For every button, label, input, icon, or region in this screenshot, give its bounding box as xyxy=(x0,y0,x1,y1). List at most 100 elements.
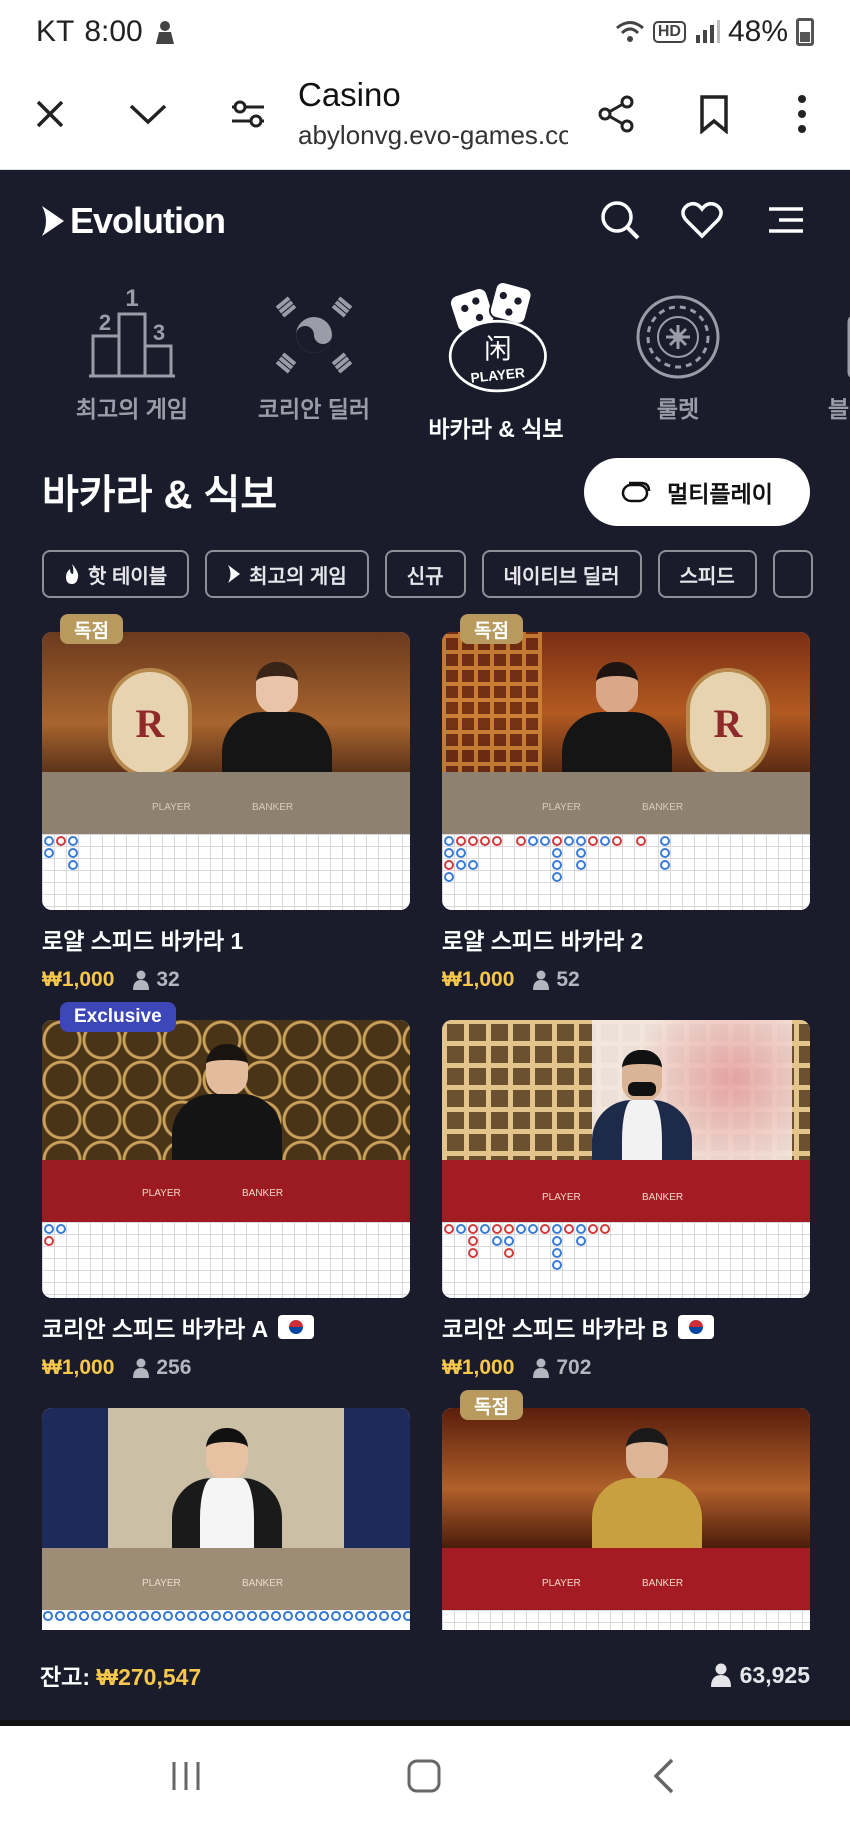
min-bet: ₩1,000 xyxy=(442,968,515,991)
chip-top-games[interactable]: 최고의 게임 xyxy=(205,550,369,598)
bead xyxy=(456,1224,466,1234)
category-top-games[interactable]: 1 2 3 최고의 게임 xyxy=(52,270,212,424)
person-icon xyxy=(710,1663,731,1687)
game-name: 코리안 스피드 바카라 B xyxy=(442,1310,810,1344)
home-icon[interactable] xyxy=(394,1746,454,1806)
game-title: 로얄 스피드 바카라 2 xyxy=(442,928,644,954)
section-title: 바카라 & 식보 xyxy=(42,473,278,517)
player-count: 702 xyxy=(532,1356,591,1380)
chevron-down-icon[interactable] xyxy=(120,86,176,142)
table-player-label: PLAYER xyxy=(152,802,191,813)
game-card[interactable]: 독점 R PLAYER BANKER 로얄 스피드 바카라 2 ₩1,000 5… xyxy=(442,614,810,992)
time: 8:00 xyxy=(84,15,143,48)
online-count-value: 63,925 xyxy=(739,1661,810,1688)
bead xyxy=(444,1224,454,1234)
url-text[interactable]: abylonvg.evo-games.com xyxy=(298,120,568,151)
game-title: 코리안 스피드 바카라 B xyxy=(442,1316,669,1342)
bead-road xyxy=(442,834,810,910)
game-meta: ₩1,000 52 xyxy=(442,968,810,992)
bead-road xyxy=(442,1222,810,1298)
more-options-icon[interactable] xyxy=(774,86,830,142)
game-thumbnail[interactable]: R PLAYER BANKER xyxy=(442,632,810,910)
bead xyxy=(540,836,550,846)
category-blackjack[interactable]: A 블 xyxy=(780,270,850,424)
crest-letter: R xyxy=(713,700,743,746)
bead xyxy=(456,836,466,846)
category-baccarat-sicbo[interactable]: 闲 PLAYER 바카라 & 식보 xyxy=(416,270,576,444)
balance-amount: ₩270,547 xyxy=(96,1664,202,1690)
player-count-value: 256 xyxy=(156,1356,192,1379)
search-icon[interactable] xyxy=(596,196,644,244)
recent-apps-icon[interactable] xyxy=(156,1746,216,1806)
category-label: 블 xyxy=(828,396,850,422)
carrier: KT xyxy=(36,15,75,48)
bead xyxy=(468,1248,478,1258)
casino-app: Evolution 1 2 3 최고의 게임 코리안 딜러 闲 PLAYER 바… xyxy=(0,170,850,1720)
back-icon[interactable] xyxy=(634,1746,694,1806)
browser-toolbar: Casino abylonvg.evo-games.com xyxy=(0,64,850,170)
dealer-video: R PLAYER BANKER xyxy=(442,632,810,834)
bead xyxy=(468,860,478,870)
bead xyxy=(528,1224,538,1234)
game-card[interactable]: 독점 R PLAYER BANKER 로얄 스피드 바카라 1 ₩1,000 3… xyxy=(42,614,410,992)
bead xyxy=(468,1236,478,1246)
bead xyxy=(44,1236,54,1246)
favorites-heart-icon[interactable] xyxy=(678,196,726,244)
signal-icon xyxy=(695,20,720,43)
category-label: 룰렛 xyxy=(656,396,700,422)
min-bet: ₩1,000 xyxy=(442,1356,515,1379)
bead-road xyxy=(42,1222,410,1298)
bead xyxy=(516,836,526,846)
table-banker-label: BANKER xyxy=(242,1188,284,1199)
battery-percent: 48% xyxy=(727,15,788,48)
bead xyxy=(56,1224,66,1234)
bead xyxy=(456,860,466,870)
podium-icon: 1 2 3 xyxy=(77,270,187,380)
bead xyxy=(660,848,670,858)
site-settings-icon[interactable] xyxy=(220,86,276,142)
crest-letter: R xyxy=(135,700,165,746)
chip-native-dealer[interactable]: 네이티브 딜러 xyxy=(481,550,642,598)
bead xyxy=(552,1260,562,1270)
chip-label: 최고의 게임 xyxy=(249,565,347,588)
chip-speed[interactable]: 스피드 xyxy=(657,550,757,598)
balance-bar: 잔고: ₩270,547 63,925 xyxy=(0,1630,850,1720)
game-thumbnail[interactable]: PLAYER BANKER xyxy=(442,1020,810,1298)
wifi-icon xyxy=(615,21,644,42)
notification-icon xyxy=(155,21,174,44)
blackjack-card-icon: A xyxy=(805,270,850,380)
close-icon[interactable] xyxy=(22,86,78,142)
dealer-video: PLAYER BANKER xyxy=(42,1020,410,1222)
page-title: Casino xyxy=(298,76,401,113)
evolution-logo[interactable]: Evolution xyxy=(40,200,226,242)
game-name: 코리안 스피드 바카라 A xyxy=(42,1310,410,1344)
bead xyxy=(480,836,490,846)
game-thumbnail[interactable]: PLAYER BANKER xyxy=(42,1020,410,1298)
chip-new[interactable]: 신규 xyxy=(384,550,466,598)
brand-name: Evolution xyxy=(70,200,226,241)
share-icon[interactable] xyxy=(588,86,644,142)
player-glyph: 闲 xyxy=(484,333,512,365)
category-roulette[interactable]: 룰렛 xyxy=(598,270,758,424)
exclusive-badge: 독점 xyxy=(460,1390,523,1420)
bead xyxy=(504,1248,514,1258)
multiplay-button[interactable]: 멀티플레이 xyxy=(584,458,810,526)
player-count: 32 xyxy=(132,968,180,992)
game-card[interactable]: Exclusive PLAYER BANKER 코리안 스피드 바카라 A ₩1… xyxy=(42,1002,410,1380)
bead xyxy=(552,860,562,870)
hd-indicator: HD xyxy=(652,21,686,43)
game-meta: ₩1,000 702 xyxy=(442,1356,810,1380)
category-korean-dealer[interactable]: 코리안 딜러 xyxy=(234,270,394,424)
chip-hot-tables[interactable]: 핫 테이블 xyxy=(42,550,190,598)
bookmark-icon[interactable] xyxy=(686,86,742,142)
bead xyxy=(492,1224,502,1234)
chip-more[interactable] xyxy=(772,550,813,598)
crest-emblem: R xyxy=(686,668,770,778)
bead xyxy=(504,1224,514,1234)
lattice-panel xyxy=(442,632,542,782)
game-card[interactable]: PLAYER BANKER xyxy=(442,1020,810,1380)
bead xyxy=(68,860,78,870)
menu-icon[interactable] xyxy=(762,196,810,244)
dealer-video: PLAYER BANKER xyxy=(42,1408,410,1610)
game-thumbnail[interactable]: R PLAYER BANKER xyxy=(42,632,410,910)
